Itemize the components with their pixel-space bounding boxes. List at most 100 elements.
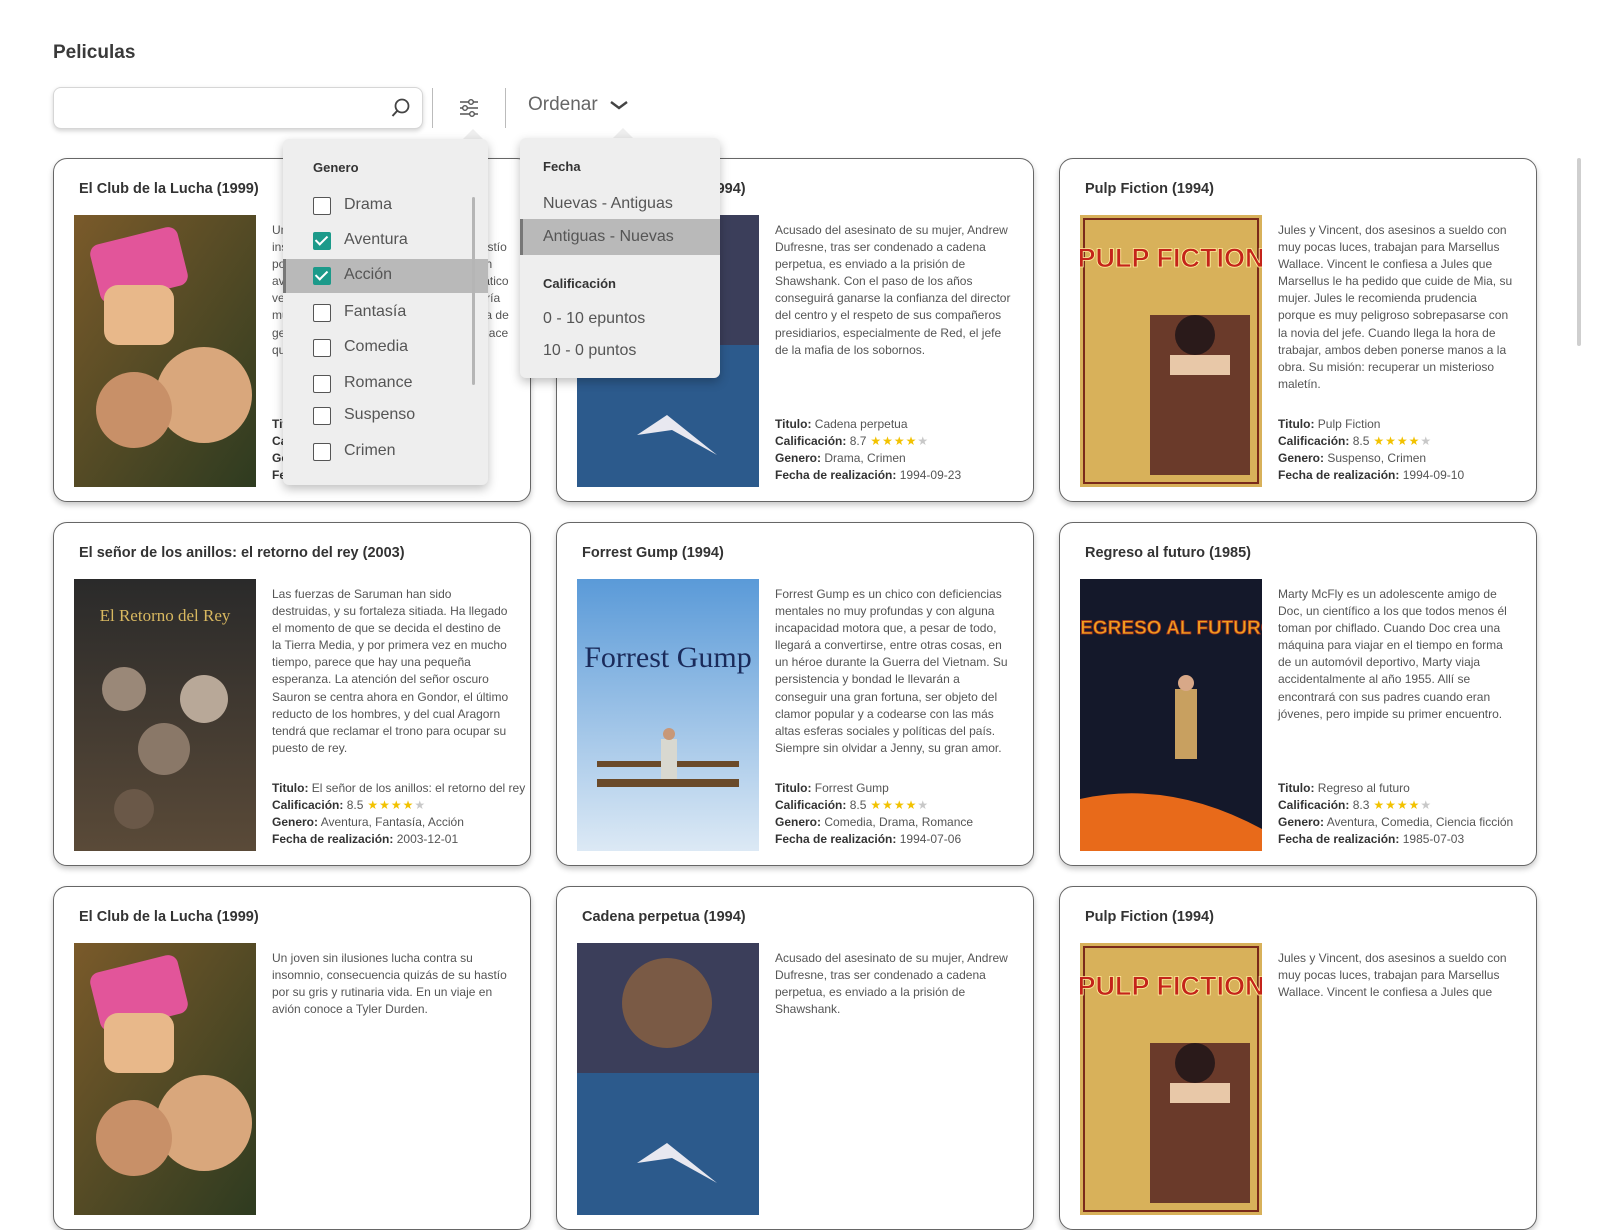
checkbox[interactable] bbox=[313, 375, 331, 393]
meta-title-value: Cadena perpetua bbox=[814, 417, 908, 431]
movie-poster[interactable]: El Retorno del Rey bbox=[74, 579, 256, 851]
meta-date-value: 1994-07-06 bbox=[899, 832, 962, 846]
movie-poster[interactable] bbox=[577, 943, 759, 1215]
movie-card[interactable]: Pulp Fiction (1994) PULP FICTION Jules y… bbox=[1059, 158, 1537, 502]
meta-rating-value: 8.5 bbox=[849, 798, 867, 812]
meta-rating-label: Calificación: bbox=[775, 798, 847, 812]
meta-date-value: 2003-12-01 bbox=[396, 832, 459, 846]
movie-description: Forrest Gump es un chico con deficiencia… bbox=[775, 587, 1008, 755]
genre-option-5[interactable]: Romance bbox=[283, 367, 488, 401]
meta-genre-label: Genero: bbox=[1278, 815, 1325, 829]
genre-option-0[interactable]: Drama bbox=[283, 189, 488, 223]
genre-option-3[interactable]: Fantasía bbox=[283, 296, 488, 330]
sort-dropdown-caret bbox=[613, 128, 633, 138]
movie-poster[interactable] bbox=[74, 215, 256, 487]
checkbox[interactable] bbox=[313, 267, 331, 285]
checkbox[interactable] bbox=[313, 232, 331, 250]
meta-genre-value: Comedia, Drama, Romance bbox=[824, 815, 974, 829]
movie-card-title[interactable]: Cadena perpetua (1994) bbox=[582, 909, 746, 925]
svg-text:PULP FICTION: PULP FICTION bbox=[1080, 243, 1262, 273]
movie-card-title[interactable]: Pulp Fiction (1994) bbox=[1085, 909, 1214, 925]
checkbox[interactable] bbox=[313, 339, 331, 357]
movie-meta: Titulo: Pulp Fiction Calificación: 8.5 ★★… bbox=[1278, 416, 1528, 484]
movie-card-title[interactable]: Pulp Fiction (1994) bbox=[1085, 181, 1214, 197]
movie-poster[interactable]: REGRESO AL FUTURO bbox=[1080, 579, 1262, 851]
movie-description: Jules y Vincent, dos asesinos a sueldo c… bbox=[1278, 223, 1513, 391]
movie-card[interactable]: Regreso al futuro (1985) REGRESO AL FUTU… bbox=[1059, 522, 1537, 866]
movie-poster[interactable]: Forrest Gump bbox=[577, 579, 759, 851]
movie-meta: Titulo: Regreso al futuro Calificación: … bbox=[1278, 780, 1528, 848]
genre-option-label: Crimen bbox=[344, 442, 396, 459]
genre-option-2[interactable]: Acción bbox=[283, 259, 488, 293]
meta-title-value: Pulp Fiction bbox=[1317, 417, 1381, 431]
genre-option-label: Romance bbox=[344, 374, 413, 391]
dropdown-scrollbar[interactable] bbox=[472, 197, 475, 385]
meta-date-label: Fecha de realización: bbox=[775, 832, 897, 846]
sort-button[interactable]: Ordenar bbox=[528, 94, 629, 116]
meta-genre-value: Aventura, Fantasía, Acción bbox=[320, 815, 464, 829]
toolbar-divider bbox=[505, 88, 506, 128]
meta-date-label: Fecha de realización: bbox=[1278, 468, 1400, 482]
movie-poster[interactable] bbox=[74, 943, 256, 1215]
movie-card-title[interactable]: El Club de la Lucha (1999) bbox=[79, 909, 259, 925]
search-input[interactable] bbox=[66, 96, 370, 120]
meta-title-value: Regreso al futuro bbox=[1317, 781, 1410, 795]
sort-option-oldest[interactable]: Antiguas - Nuevas bbox=[520, 219, 720, 255]
checkbox[interactable] bbox=[313, 407, 331, 425]
movie-meta: Titulo: Forrest Gump Calificación: 8.5 ★★… bbox=[775, 780, 1025, 848]
meta-genre-label: Genero: bbox=[775, 815, 822, 829]
meta-date-value: 1985-07-03 bbox=[1402, 832, 1465, 846]
page-title: Peliculas bbox=[53, 42, 136, 63]
poster-lotr: El Retorno del Rey bbox=[74, 579, 256, 851]
movie-card[interactable]: Forrest Gump (1994) Forrest Gump Forrest… bbox=[556, 522, 1034, 866]
filter-dropdown-caret bbox=[463, 129, 483, 139]
sort-dropdown: Fecha Nuevas - Antiguas Antiguas - Nueva… bbox=[520, 138, 720, 378]
meta-rating-label: Calificación: bbox=[272, 798, 344, 812]
rating-stars-icon: ★★★★★ bbox=[870, 798, 930, 812]
svg-text:REGRESO AL FUTURO: REGRESO AL FUTURO bbox=[1080, 618, 1262, 639]
movie-card-title[interactable]: El señor de los anillos: el retorno del … bbox=[79, 545, 405, 561]
movie-description: Marty McFly es un adolescente amigo de D… bbox=[1278, 587, 1507, 721]
meta-date-value: 1994-09-23 bbox=[899, 468, 962, 482]
movie-card[interactable]: Pulp Fiction (1994) PULP FICTION Jules y… bbox=[1059, 886, 1537, 1230]
sort-label: Ordenar bbox=[528, 94, 598, 115]
sort-option-rating-desc[interactable]: 10 - 0 puntos bbox=[520, 338, 720, 368]
movie-description: Acusado del asesinato de su mujer, Andre… bbox=[775, 951, 1008, 1017]
genre-option-6[interactable]: Suspenso bbox=[283, 399, 488, 433]
checkbox[interactable] bbox=[313, 304, 331, 322]
meta-rating-label: Calificación: bbox=[1278, 798, 1350, 812]
meta-rating-label: Calificación: bbox=[775, 434, 847, 448]
sort-option-newest[interactable]: Nuevas - Antiguas bbox=[520, 190, 720, 222]
page-scrollbar[interactable] bbox=[1577, 158, 1581, 346]
movie-card[interactable]: Cadena perpetua (1994) Acusado del asesi… bbox=[556, 886, 1034, 1230]
meta-genre-label: Genero: bbox=[775, 451, 822, 465]
checkbox[interactable] bbox=[313, 443, 331, 461]
movie-card-title[interactable]: El Club de la Lucha (1999) bbox=[79, 181, 259, 197]
rating-stars-icon: ★★★★★ bbox=[1373, 434, 1433, 448]
movie-description: Acusado del asesinato de su mujer, Andre… bbox=[775, 223, 1011, 357]
movie-card-title[interactable]: Regreso al futuro (1985) bbox=[1085, 545, 1251, 561]
movie-poster[interactable]: PULP FICTION bbox=[1080, 943, 1262, 1215]
movie-description: Jules y Vincent, dos asesinos a sueldo c… bbox=[1278, 951, 1507, 1000]
meta-date-label: Fecha de realización: bbox=[775, 468, 897, 482]
genre-option-label: Comedia bbox=[344, 338, 409, 355]
meta-title-value: El señor de los anillos: el retorno del … bbox=[311, 781, 526, 795]
poster-fight-club bbox=[74, 215, 256, 487]
checkbox[interactable] bbox=[313, 197, 331, 215]
poster-pulp-fiction: PULP FICTION bbox=[1080, 215, 1262, 487]
movie-meta: Titulo: Cadena perpetua Calificación: 8.… bbox=[775, 416, 1025, 484]
genre-option-label: Acción bbox=[344, 266, 393, 283]
sort-option-rating-asc[interactable]: 0 - 10 epuntos bbox=[520, 306, 720, 336]
genre-option-4[interactable]: Comedia bbox=[283, 331, 488, 365]
movie-card-title[interactable]: Forrest Gump (1994) bbox=[582, 545, 724, 561]
movie-poster[interactable]: PULP FICTION bbox=[1080, 215, 1262, 487]
genre-option-7[interactable]: Crimen bbox=[283, 435, 488, 469]
genre-option-1[interactable]: Aventura bbox=[283, 224, 488, 258]
search-icon[interactable] bbox=[390, 97, 412, 119]
movie-card[interactable]: El Club de la Lucha (1999) Un joven sin … bbox=[53, 886, 531, 1230]
movie-card[interactable]: El señor de los anillos: el retorno del … bbox=[53, 522, 531, 866]
search-box[interactable] bbox=[53, 87, 423, 129]
svg-text:PULP FICTION: PULP FICTION bbox=[1080, 971, 1262, 1001]
filter-sliders-icon[interactable] bbox=[456, 95, 482, 121]
poster-pulp-fiction: PULP FICTION bbox=[1080, 943, 1262, 1215]
